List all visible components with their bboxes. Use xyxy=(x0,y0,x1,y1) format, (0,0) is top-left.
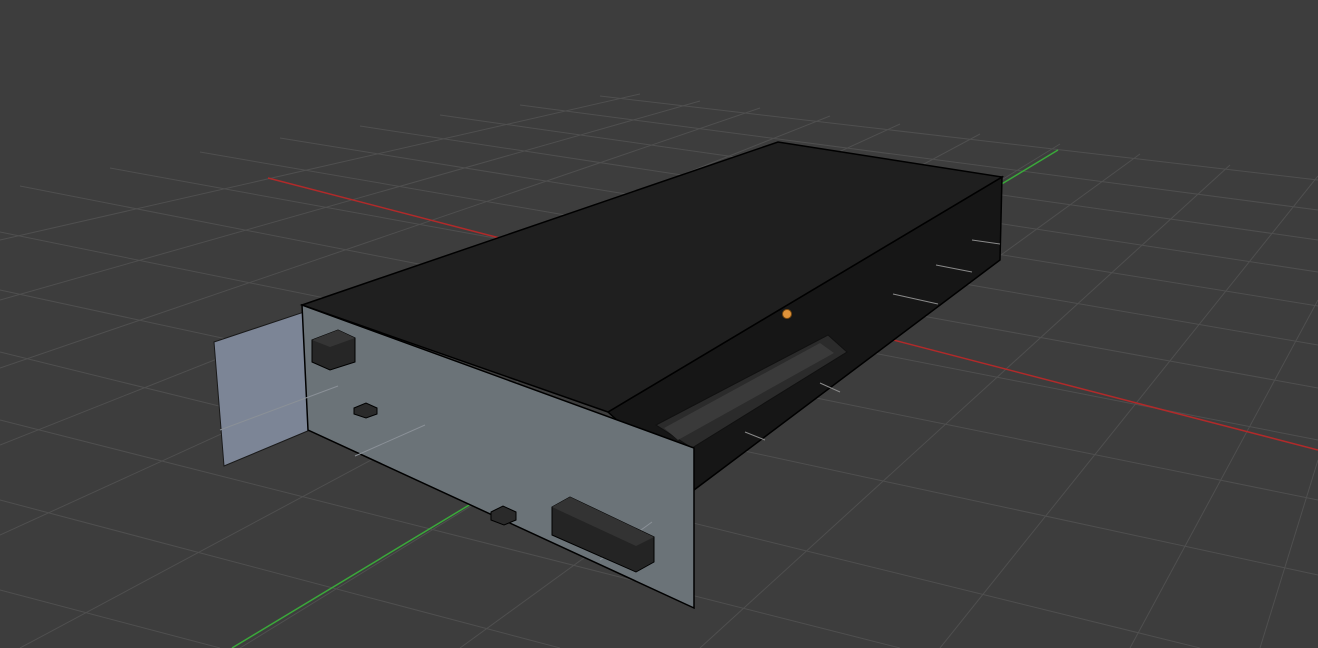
3d-viewport[interactable] xyxy=(0,0,1318,648)
object-origin-marker[interactable] xyxy=(782,309,792,319)
